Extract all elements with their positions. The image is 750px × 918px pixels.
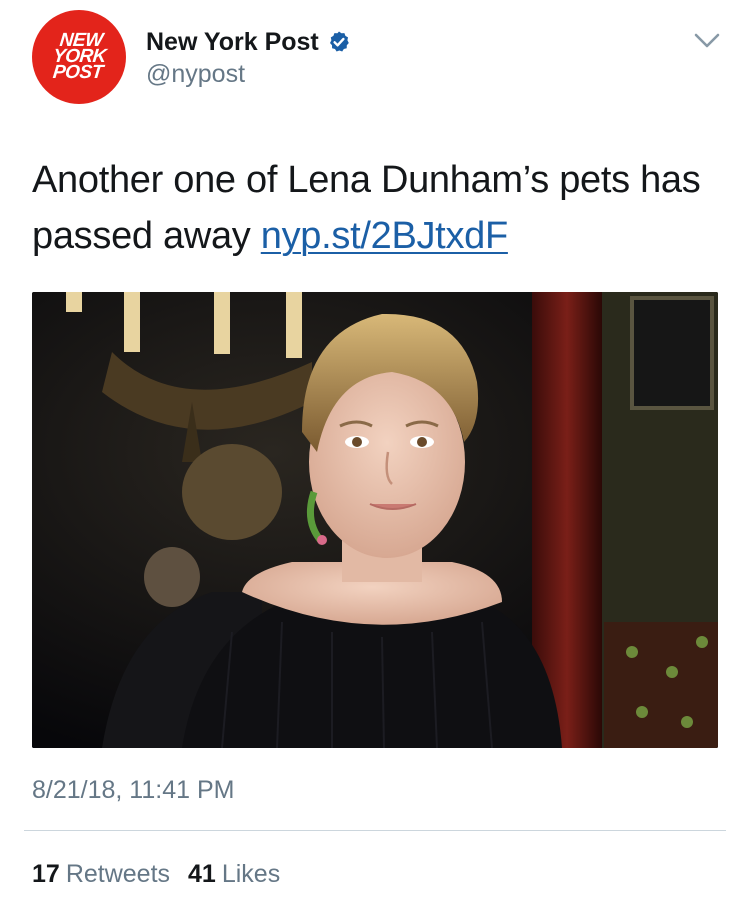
likes-label: Likes <box>221 860 281 888</box>
avatar-logo-text: NEW YORK POST <box>50 30 108 83</box>
retweets-count: 17 <box>32 860 60 888</box>
display-name-row: New York Post <box>146 26 351 58</box>
verified-badge-icon <box>329 31 349 52</box>
tweet-stats: 17 Retweets 41 Likes <box>32 860 280 889</box>
display-name[interactable]: New York Post <box>146 28 319 57</box>
tweet-text: Another one of Lena Dunham’s pets has pa… <box>32 152 732 264</box>
likes-count: 41 <box>188 860 216 888</box>
tweet-photo[interactable] <box>32 292 718 748</box>
photo-of-woman-icon <box>32 292 718 748</box>
tweet-link[interactable]: nyp.st/2BJtxdF <box>261 215 508 257</box>
account-handle[interactable]: @nypost <box>146 60 351 89</box>
likes-stat[interactable]: 41 Likes <box>188 860 280 889</box>
account-avatar[interactable]: NEW YORK POST <box>32 10 126 104</box>
avatar-line-3: POST <box>51 62 104 83</box>
tweet-timestamp[interactable]: 8/21/18, 11:41 PM <box>32 776 234 805</box>
chevron-down-icon[interactable] <box>694 32 720 50</box>
retweets-stat[interactable]: 17 Retweets <box>32 860 170 889</box>
divider <box>24 830 726 831</box>
tweet-author[interactable]: New York Post @nypost <box>146 26 351 89</box>
retweets-label: Retweets <box>65 860 171 888</box>
